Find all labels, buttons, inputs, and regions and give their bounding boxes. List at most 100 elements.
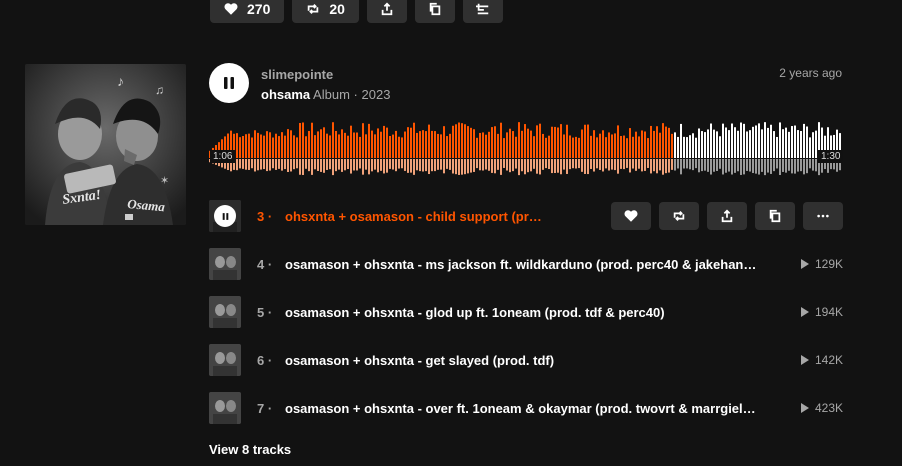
- waveform-reflection-bar: [239, 159, 241, 169]
- waveform-reflection-bar: [329, 159, 331, 170]
- repost-button[interactable]: 20: [292, 0, 359, 23]
- add-to-next-icon: [475, 3, 489, 14]
- play-count-icon: [800, 403, 809, 413]
- view-all-tracks-link[interactable]: View 8 tracks: [209, 442, 291, 457]
- waveform-bar: [275, 133, 277, 158]
- waveform-reflection-bar: [794, 159, 796, 174]
- waveform-reflection-bar: [536, 159, 538, 174]
- waveform-reflection-bar: [734, 159, 736, 173]
- waveform-bar: [425, 131, 427, 158]
- waveform-bar: [389, 135, 391, 158]
- waveform-reflection-bar: [521, 159, 523, 172]
- waveform-reflection-bar: [419, 159, 421, 172]
- waveform-bar: [350, 125, 352, 158]
- waveform-bar: [242, 136, 244, 158]
- waveform[interactable]: [209, 116, 843, 180]
- waveform-bar: [773, 131, 775, 158]
- waveform-reflection-bar: [509, 159, 511, 173]
- waveform-reflection-bar: [347, 159, 349, 170]
- waveform-reflection-bar: [533, 159, 535, 169]
- waveform-reflection-bar: [275, 159, 277, 170]
- waveform-reflection-bar: [704, 159, 706, 171]
- waveform-reflection-bar: [446, 159, 448, 169]
- waveform-reflection-bar: [785, 159, 787, 173]
- track-repost-button[interactable]: [659, 202, 699, 230]
- waveform-reflection-bar: [698, 159, 700, 173]
- share-button[interactable]: [366, 0, 407, 23]
- waveform-bar: [323, 127, 325, 158]
- track-row-5[interactable]: 5 · osamason + ohsxnta - glod up ft. 1on…: [209, 288, 843, 336]
- play-pause-button[interactable]: [209, 63, 249, 103]
- waveform-bar: [737, 130, 739, 158]
- waveform-bar: [326, 133, 328, 158]
- copy-link-button[interactable]: [414, 0, 455, 23]
- waveform-bar: [722, 123, 724, 158]
- thumbnail-image: [209, 248, 241, 280]
- waveform-reflection-bar: [647, 159, 649, 168]
- waveform-reflection-bar: [389, 159, 391, 169]
- track-duration: 1:30: [818, 150, 844, 163]
- track-thumbnail[interactable]: [209, 248, 241, 280]
- track-thumbnail[interactable]: [209, 296, 241, 328]
- waveform-bar: [638, 136, 640, 158]
- track-row-7[interactable]: 7 · osamason + ohsxnta - over ft. 1oneam…: [209, 384, 843, 432]
- track-title-link[interactable]: ohsxnta + osamason - child support (prod…: [285, 209, 545, 224]
- waveform-reflection-bar: [791, 159, 793, 174]
- waveform-bar: [479, 132, 481, 158]
- track-row-3[interactable]: 3 · ohsxnta + osamason - child support (…: [209, 192, 843, 240]
- waveform-reflection-bar: [452, 159, 454, 174]
- waveform-bar: [698, 128, 700, 158]
- waveform-bar: [611, 134, 613, 158]
- waveform-bar: [752, 126, 754, 158]
- track-title-link[interactable]: osamason + ohsxnta - get slayed (prod. t…: [285, 353, 554, 368]
- waveform-reflection-bar: [620, 159, 622, 169]
- like-button[interactable]: 270: [210, 0, 285, 23]
- album-title-link[interactable]: ohsama: [261, 87, 310, 102]
- track-title-link[interactable]: osamason + ohsxnta - over ft. 1oneam & o…: [285, 401, 756, 416]
- track-more-button[interactable]: [803, 202, 843, 230]
- album-cover-art[interactable]: Sxnta! Osama ♪ ♫ ✶: [25, 64, 186, 225]
- waveform-reflection-bar: [467, 159, 469, 174]
- waveform-reflection-bar: [575, 159, 577, 169]
- waveform-bar: [629, 128, 631, 158]
- waveform-reflection-bar: [524, 159, 526, 175]
- waveform-reflection-bar: [593, 159, 595, 172]
- add-to-next-up-button[interactable]: [462, 0, 503, 23]
- thumbnail-image: [209, 344, 241, 376]
- waveform-bar: [794, 125, 796, 158]
- waveform-reflection-bar: [398, 159, 400, 169]
- waveform-reflection-bar: [332, 159, 334, 176]
- track-share-button[interactable]: [707, 202, 747, 230]
- track-title-link[interactable]: osamason + ohsxnta - ms jackson ft. wild…: [285, 257, 756, 272]
- track-thumbnail[interactable]: [209, 200, 241, 232]
- track-thumbnail[interactable]: [209, 392, 241, 424]
- track-row-4[interactable]: 4 · osamason + ohsxnta - ms jackson ft. …: [209, 240, 843, 288]
- waveform-reflection-bar: [584, 159, 586, 174]
- artist-name-link[interactable]: slimepointe: [261, 67, 333, 82]
- waveform-bar: [446, 136, 448, 158]
- waveform-bar: [494, 126, 496, 158]
- track-thumbnail[interactable]: [209, 344, 241, 376]
- waveform-bar: [407, 127, 409, 158]
- track-number: 6 ·: [257, 352, 273, 368]
- track-title-link[interactable]: osamason + ohsxnta - glod up ft. 1oneam …: [285, 305, 665, 320]
- waveform-reflection-bar: [776, 159, 778, 169]
- track-row-6[interactable]: 6 · osamason + ohsxnta - get slayed (pro…: [209, 336, 843, 384]
- waveform-bar: [392, 134, 394, 158]
- waveform-reflection-bar: [572, 159, 574, 169]
- waveform-bar: [641, 130, 643, 158]
- waveform-reflection-bar: [350, 159, 352, 174]
- waveform-bar: [599, 133, 601, 158]
- track-like-button[interactable]: [611, 202, 651, 230]
- waveform-reflection-bar: [527, 159, 529, 173]
- waveform-bar: [569, 135, 571, 158]
- waveform-bar: [545, 137, 547, 158]
- row-pause-overlay[interactable]: [209, 200, 241, 232]
- waveform-reflection-bar: [617, 159, 619, 174]
- waveform-bar: [815, 130, 817, 158]
- waveform-reflection-bar: [380, 159, 382, 171]
- waveform-reflection-bar: [443, 159, 445, 174]
- waveform-bar: [563, 134, 565, 158]
- waveform-bar: [620, 135, 622, 158]
- track-copy-button[interactable]: [755, 202, 795, 230]
